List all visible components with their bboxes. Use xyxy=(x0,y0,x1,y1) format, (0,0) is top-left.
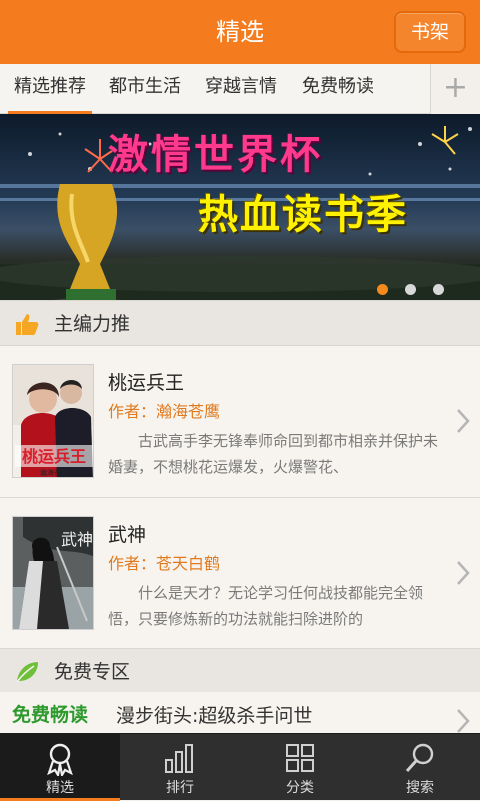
chevron-right-icon xyxy=(457,709,470,733)
tab-urban-life[interactable]: 都市生活 xyxy=(100,64,190,114)
banner-headline-2: 热血读书季 xyxy=(198,192,408,238)
leaf-icon xyxy=(16,662,38,683)
author-label: 作者： xyxy=(108,554,157,573)
nav-featured[interactable]: 精选 xyxy=(0,734,120,801)
tab-time-travel-romance[interactable]: 穿越言情 xyxy=(196,64,286,114)
bookshelf-button[interactable]: 书架 xyxy=(394,11,466,53)
thumbs-up-icon xyxy=(16,314,39,335)
section-free-zone: 免费专区 xyxy=(0,648,480,694)
book-author: 作者：苍天白鹤 xyxy=(108,550,220,574)
book-cover: 桃运兵王 瀚海苍鹰 xyxy=(12,364,94,478)
tab-featured[interactable]: 精选推荐 xyxy=(4,64,96,114)
nav-label: 精选 xyxy=(46,780,74,796)
author-name: 苍天白鹤 xyxy=(156,554,221,573)
cover-author-text: 瀚海苍鹰 xyxy=(40,468,68,477)
section-label: 主编力推 xyxy=(54,313,131,335)
grid-icon xyxy=(286,744,314,772)
nav-ranking[interactable]: 排行 xyxy=(120,734,240,801)
author-label: 作者： xyxy=(108,402,157,421)
free-book-row[interactable]: 免费畅读 漫步街头:超级杀手问世 xyxy=(0,692,480,736)
app-header: 精选 书架 xyxy=(0,0,480,64)
medal-icon xyxy=(47,743,73,776)
section-label: 免费专区 xyxy=(54,661,131,683)
book-description: 什么是天才？无论学习任何战技都能完全领悟，只要修炼新的功法就能扫除进阶的 xyxy=(108,584,424,628)
cover-title-text: 武神 xyxy=(61,530,93,549)
book-item[interactable]: 武神 武神 作者：苍天白鹤 什么是天才？无论学习任何战技都能完全领悟，只要修炼新… xyxy=(0,498,480,650)
author-name: 瀚海苍鹰 xyxy=(156,402,221,421)
nav-categories[interactable]: 分类 xyxy=(240,734,360,801)
chevron-right-icon xyxy=(457,409,470,433)
plus-icon: + xyxy=(442,70,469,105)
book-title: 桃运兵王 xyxy=(108,372,185,394)
bar-chart-icon xyxy=(165,744,193,773)
book-title: 武神 xyxy=(108,524,147,546)
pagination-dot-active[interactable] xyxy=(376,284,388,295)
book-author: 作者：瀚海苍鹰 xyxy=(108,398,220,422)
tab-free-reading[interactable]: 免费畅读 xyxy=(292,64,384,114)
nav-label: 排行 xyxy=(166,780,194,796)
banner-pagination xyxy=(365,280,444,295)
banner-headline-1: 激情世界杯 xyxy=(108,132,323,178)
add-tab-button[interactable]: + xyxy=(430,64,480,114)
book-description: 古武高手李无锋奉师命回到都市相亲并保护未婚妻，不想桃花运爆发，火爆警花、 xyxy=(108,432,438,476)
nav-label: 搜索 xyxy=(406,780,434,796)
category-tabs: 精选推荐 都市生活 穿越言情 免费畅读 + xyxy=(0,64,480,114)
book-cover: 武神 xyxy=(12,516,94,630)
chevron-right-icon xyxy=(457,561,470,585)
free-book-title: 漫步街头:超级杀手问世 xyxy=(116,705,313,727)
search-icon xyxy=(405,743,434,773)
nav-search[interactable]: 搜索 xyxy=(360,734,480,801)
pagination-dot[interactable] xyxy=(433,284,444,295)
pagination-dot[interactable] xyxy=(404,284,416,295)
section-editor-picks: 主编力推 xyxy=(0,300,480,346)
book-item[interactable]: 桃运兵王 瀚海苍鹰 桃运兵王 作者：瀚海苍鹰 古武高手李无锋奉师命回到都市相亲并… xyxy=(0,346,480,498)
cover-title-text: 桃运兵王 xyxy=(22,447,86,466)
nav-label: 分类 xyxy=(286,780,314,796)
free-reading-tag: 免费畅读 xyxy=(12,704,89,726)
bottom-navigation: 精选 排行 分类 搜索 xyxy=(0,733,480,801)
promo-banner[interactable]: 激情世界杯 热血读书季 xyxy=(0,114,480,300)
